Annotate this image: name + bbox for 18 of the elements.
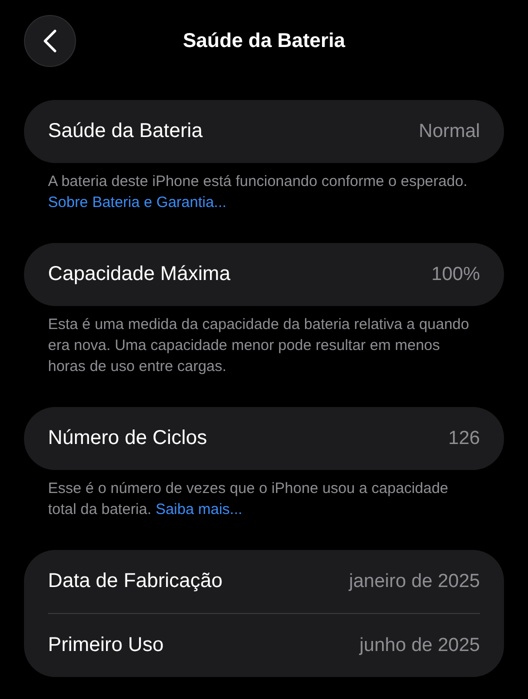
row-value: 126 [448, 428, 480, 450]
row-label: Primeiro Uso [48, 634, 164, 657]
page-title: Saúde da Bateria [182, 30, 346, 52]
info-link[interactable]: Sobre Bateria e Garantia... [48, 194, 226, 211]
section-description: Esta é uma medida da capacidade da bateria relativa a quando era nova. Uma capacidade menor pode resultar em menos horas de uso entre cargas. [48, 315, 470, 377]
row-value: junho de 2025 [360, 634, 480, 656]
row-value: janeiro de 2025 [349, 570, 480, 592]
row-value: 100% [431, 264, 480, 286]
back-button[interactable] [24, 15, 76, 67]
section-description: A bateria deste iPhone está funcionando conforme o esperado. Sobre Bateria e Garantia... [48, 172, 468, 213]
row-label: Data de Fabricação [48, 570, 223, 593]
row-value: Normal [418, 120, 480, 142]
info-link[interactable]: Saiba mais... [156, 501, 242, 518]
back-icon [43, 29, 57, 53]
row-label: Saúde da Bateria [48, 120, 203, 143]
row-label: Número de Ciclos [48, 427, 207, 450]
row-label: Capacidade Máxima [48, 263, 230, 286]
section-description: Esse é o número de vezes que o iPhone usou a capacidade total da bateria. Saiba mais... [48, 479, 450, 520]
